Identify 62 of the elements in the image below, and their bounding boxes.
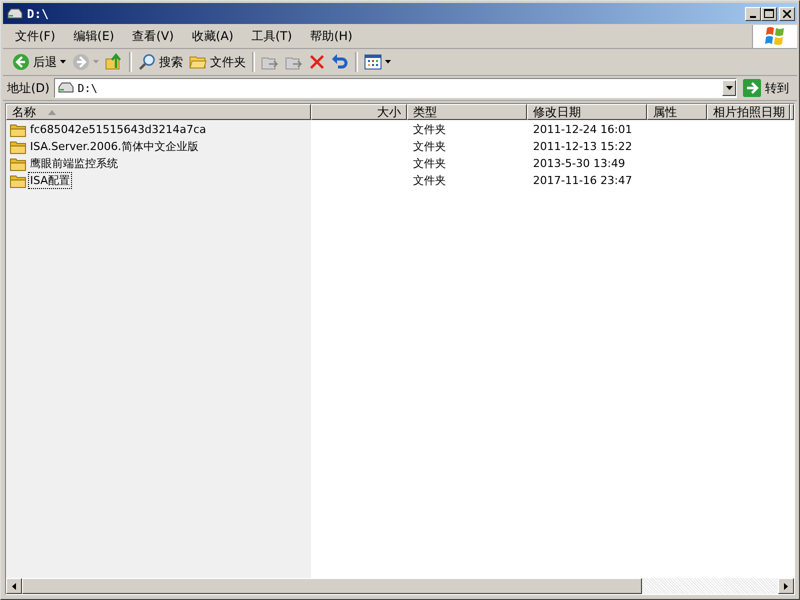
right-arrow-icon: [743, 79, 761, 97]
menu-item[interactable]: 收藏(A): [186, 28, 242, 44]
sort-arrow-icon: [48, 110, 56, 114]
scroll-thumb[interactable]: [22, 578, 642, 594]
window-title: D:\: [27, 6, 49, 20]
address-field[interactable]: D:\: [54, 78, 737, 98]
close-button[interactable]: [779, 6, 795, 20]
windows-flag-icon: [764, 26, 786, 46]
minimize-button[interactable]: [745, 6, 761, 20]
modified-date: 2017-11-16 23:47: [533, 174, 632, 187]
caret-icon: [60, 60, 66, 64]
back-button[interactable]: 后退: [9, 50, 69, 74]
file-name[interactable]: ISA.Server.2006.简体中文企业版: [28, 138, 200, 155]
dropdown-button[interactable]: [722, 80, 736, 96]
undo-icon: [331, 53, 349, 71]
column-header[interactable]: 名称: [6, 104, 311, 120]
file-type: 文件夹: [413, 156, 446, 171]
close-icon: [783, 10, 791, 18]
horizontal-scrollbar[interactable]: [6, 578, 794, 594]
folder-icon: [10, 122, 26, 136]
right-arrow-icon: [784, 582, 788, 590]
maximize-button[interactable]: [761, 6, 777, 20]
folders-button[interactable]: 文件夹: [186, 50, 249, 74]
drive-icon: [7, 8, 23, 20]
folder-icon: [10, 156, 26, 170]
search-button[interactable]: 搜索: [135, 50, 186, 74]
modified-date: 2013-5-30 13:49: [533, 157, 626, 170]
file-type: 文件夹: [413, 173, 446, 188]
modified-date: 2011-12-13 15:22: [533, 140, 632, 153]
file-type: 文件夹: [413, 122, 446, 137]
folder-icon: [10, 174, 26, 188]
file-name[interactable]: fc685042e51515643d3214a7ca: [28, 122, 208, 137]
column-header[interactable]: 类型: [407, 104, 527, 120]
file-name[interactable]: ISA配置: [28, 172, 72, 189]
delete-icon: [309, 54, 325, 70]
left-arrow-icon: [12, 582, 16, 590]
maximize-icon: [764, 9, 774, 18]
address-label: 地址(D): [7, 80, 51, 96]
drive-icon: [58, 82, 74, 94]
file-type: 文件夹: [413, 139, 446, 154]
views-icon: [364, 54, 382, 70]
menu-item[interactable]: 帮助(H): [304, 28, 360, 44]
column-header[interactable]: 大小: [311, 104, 407, 120]
column-header[interactable]: 相片拍照日期: [707, 104, 790, 120]
minimize-icon: [750, 16, 756, 18]
menu-item[interactable]: 工具(T): [245, 28, 300, 44]
menu-item[interactable]: 查看(V): [126, 28, 182, 44]
go-button[interactable]: 转到: [737, 79, 797, 97]
file-name[interactable]: 鹰眼前端监控系统: [28, 155, 120, 172]
scroll-left-button[interactable]: [6, 578, 22, 594]
caret-icon: [93, 60, 99, 64]
folder-up-icon: [105, 53, 123, 71]
caret-icon: [385, 60, 391, 64]
folder-icon: [10, 140, 26, 154]
column-header[interactable]: 修改日期: [527, 104, 647, 120]
search-icon: [138, 53, 156, 71]
column-header[interactable]: 属性: [647, 104, 707, 120]
scroll-right-button[interactable]: [778, 578, 794, 594]
menu-item[interactable]: 编辑(E): [67, 28, 122, 44]
menu-item[interactable]: 文件(F): [9, 28, 64, 44]
caret-icon: [726, 86, 732, 90]
modified-date: 2011-12-24 16:01: [533, 123, 632, 136]
